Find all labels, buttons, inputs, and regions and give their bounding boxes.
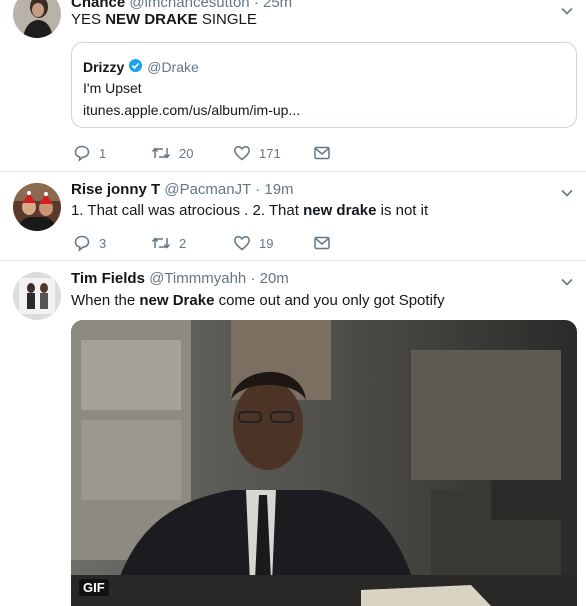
timestamp[interactable]: 19m (264, 181, 293, 198)
retweet-button[interactable]: 20 (151, 143, 193, 163)
chevron-down-icon[interactable] (560, 186, 574, 200)
timestamp[interactable]: 25m (263, 0, 292, 11)
reply-button[interactable]: 3 (73, 233, 106, 253)
envelope-icon (313, 144, 331, 162)
display-name[interactable]: Chance (71, 0, 125, 11)
quoted-tweet[interactable]: Drizzy @Drake I'm Upset itunes.apple.com… (71, 42, 577, 128)
retweet-button[interactable]: 2 (151, 233, 186, 253)
search-highlight: new drake (303, 202, 377, 219)
display-name[interactable]: Rise jonny T (71, 181, 160, 198)
quoted-tweet-text: I'm Upset (83, 80, 142, 96)
tweet-text: When the new Drake come out and you only… (71, 292, 445, 309)
separator-dot: · (255, 181, 261, 198)
search-highlight: NEW DRAKE (105, 11, 198, 28)
quoted-user-handle: @Drake (147, 59, 199, 75)
quoted-display-name: Drizzy (83, 59, 125, 75)
retweet-icon (151, 234, 171, 252)
gif-frame-image (71, 320, 577, 606)
verified-badge-icon (128, 58, 143, 76)
separator-dot: · (253, 0, 259, 11)
tweet-header: Tim Fields @Timmmyahh · 20m (71, 270, 289, 287)
retweet-count: 20 (179, 145, 194, 161)
reply-icon (73, 144, 91, 162)
user-handle[interactable]: @Timmmyahh (149, 270, 246, 287)
retweet-icon (151, 144, 171, 162)
quoted-tweet-header: Drizzy @Drake (83, 58, 199, 76)
avatar[interactable] (13, 183, 61, 231)
gif-media[interactable]: GIF (71, 320, 577, 606)
reply-count: 1 (99, 145, 107, 161)
search-highlight: new Drake (139, 292, 215, 309)
direct-message-button[interactable] (313, 233, 331, 253)
tweet-header: Chance @imchancesutton · 25m (71, 0, 292, 11)
user-handle[interactable]: @imchancesutton (129, 0, 249, 11)
like-button[interactable]: 19 (233, 233, 273, 253)
tweet-1[interactable]: Chance @imchancesutton · 25m YES NEW DRA… (0, 0, 586, 172)
like-count: 171 (259, 145, 281, 161)
gif-badge: GIF (79, 579, 109, 596)
direct-message-button[interactable] (313, 143, 331, 163)
display-name[interactable]: Tim Fields (71, 270, 145, 287)
reply-count: 3 (99, 235, 107, 251)
envelope-icon (313, 234, 331, 252)
user-handle[interactable]: @PacmanJT (164, 181, 251, 198)
chevron-down-icon[interactable] (560, 275, 574, 289)
tweet-actions: 3 2 19 (73, 233, 373, 253)
like-button[interactable]: 171 (233, 143, 281, 163)
tweet-actions: 1 20 171 (73, 143, 373, 163)
heart-icon (233, 144, 251, 162)
separator-dot: · (250, 270, 256, 287)
tweet-text: YES NEW DRAKE SINGLE (71, 11, 257, 28)
quoted-tweet-link[interactable]: itunes.apple.com/us/album/im-up... (83, 102, 300, 118)
avatar[interactable] (13, 0, 61, 38)
like-count: 19 (259, 235, 274, 251)
retweet-count: 2 (179, 235, 187, 251)
reply-icon (73, 234, 91, 252)
tweet-text: 1. That call was atrocious . 2. That new… (71, 202, 429, 219)
reply-button[interactable]: 1 (73, 143, 106, 163)
heart-icon (233, 234, 251, 252)
tweet-header: Rise jonny T @PacmanJT · 19m (71, 181, 294, 198)
chevron-down-icon[interactable] (560, 4, 574, 18)
tweet-2[interactable]: Rise jonny T @PacmanJT · 19m 1. That cal… (0, 172, 586, 261)
timestamp[interactable]: 20m (260, 270, 289, 287)
avatar[interactable] (13, 272, 61, 320)
